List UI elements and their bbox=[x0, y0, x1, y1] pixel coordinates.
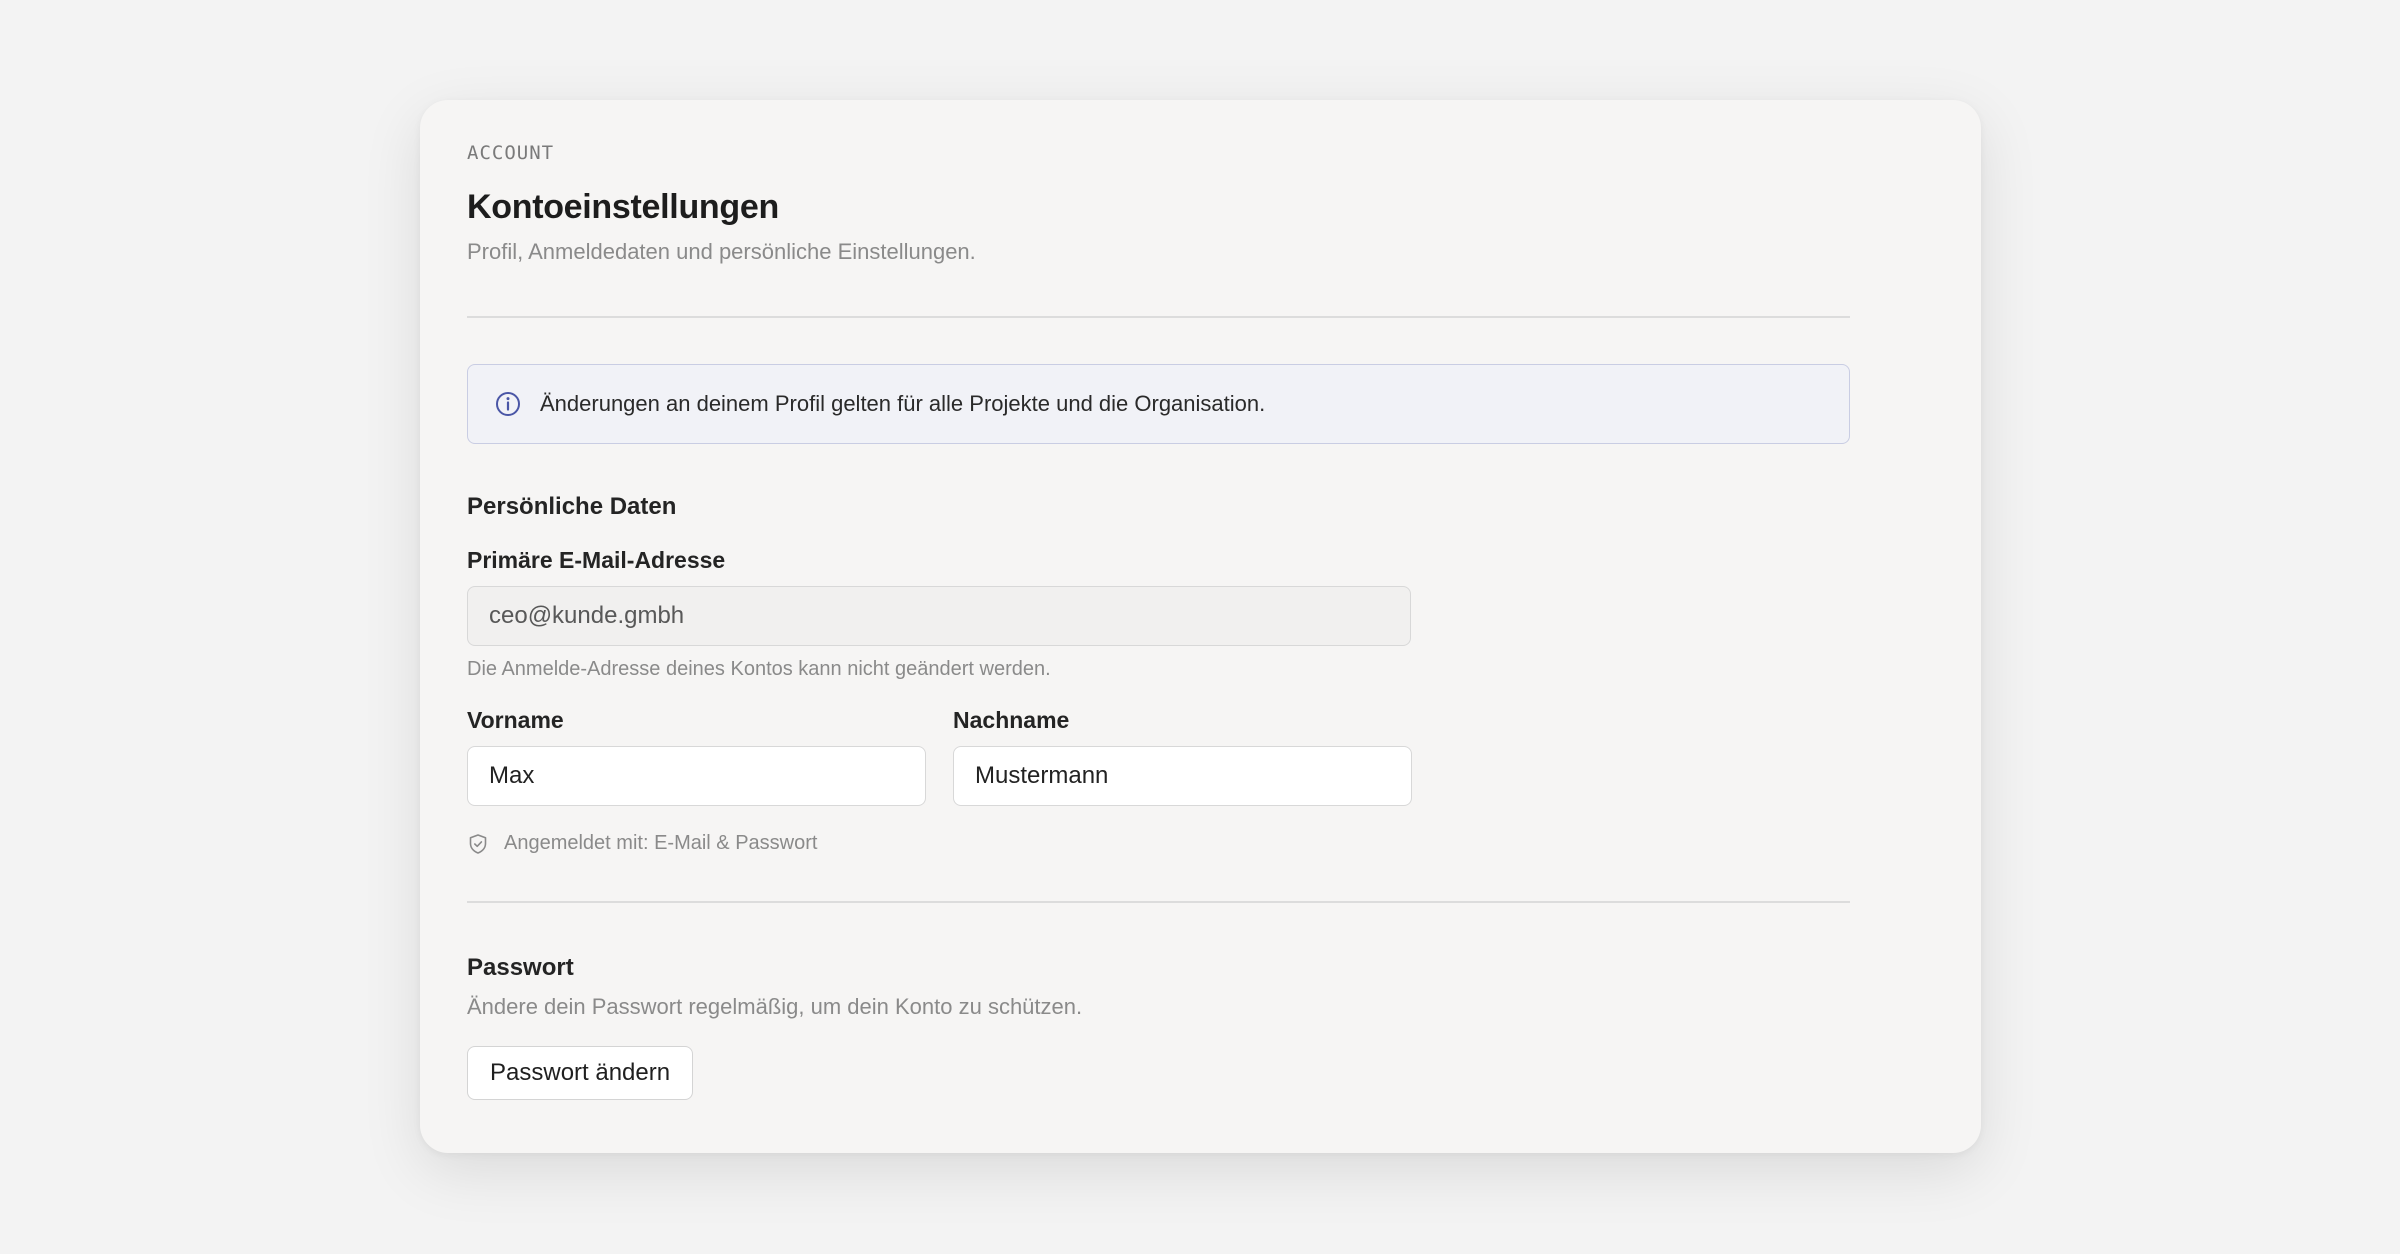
first-name-group: Vorname bbox=[467, 707, 926, 806]
email-helper-text: Die Anmelde-Adresse deines Kontos kann n… bbox=[467, 658, 1051, 680]
last-name-group: Nachname bbox=[953, 707, 1412, 806]
change-password-button[interactable]: Passwort ändern bbox=[467, 1046, 694, 1100]
first-name-label: Vorname bbox=[467, 707, 564, 733]
info-banner: Änderungen an deinem Profil gelten für a… bbox=[467, 364, 1850, 444]
email-field[interactable] bbox=[467, 586, 1411, 646]
section-eyebrow: ACCOUNT bbox=[467, 142, 555, 164]
info-banner-text: Änderungen an deinem Profil gelten für a… bbox=[540, 391, 1266, 416]
divider bbox=[467, 901, 1850, 903]
name-row: Vorname Nachname bbox=[467, 707, 1981, 806]
first-name-field[interactable] bbox=[467, 746, 926, 806]
page-title: Kontoeinstellungen bbox=[467, 188, 779, 226]
personal-data-heading: Persönliche Daten bbox=[467, 493, 677, 520]
signin-method-text: Angemeldet mit: E-Mail & Passwort bbox=[504, 832, 818, 854]
info-icon bbox=[494, 390, 522, 418]
password-heading: Passwort bbox=[467, 954, 574, 981]
page-subtitle: Profil, Anmeldedaten und persönliche Ein… bbox=[467, 239, 976, 264]
last-name-field[interactable] bbox=[953, 746, 1412, 806]
email-label: Primäre E-Mail-Adresse bbox=[467, 547, 726, 573]
shield-check-icon bbox=[467, 833, 489, 855]
password-description: Ändere dein Passwort regelmäßig, um dein… bbox=[467, 994, 1083, 1019]
signin-method: Angemeldet mit: E-Mail & Passwort bbox=[467, 832, 1981, 855]
last-name-label: Nachname bbox=[953, 707, 1070, 733]
account-settings-card: ACCOUNT Kontoeinstellungen Profil, Anmel… bbox=[420, 100, 1981, 1153]
divider bbox=[467, 316, 1850, 318]
